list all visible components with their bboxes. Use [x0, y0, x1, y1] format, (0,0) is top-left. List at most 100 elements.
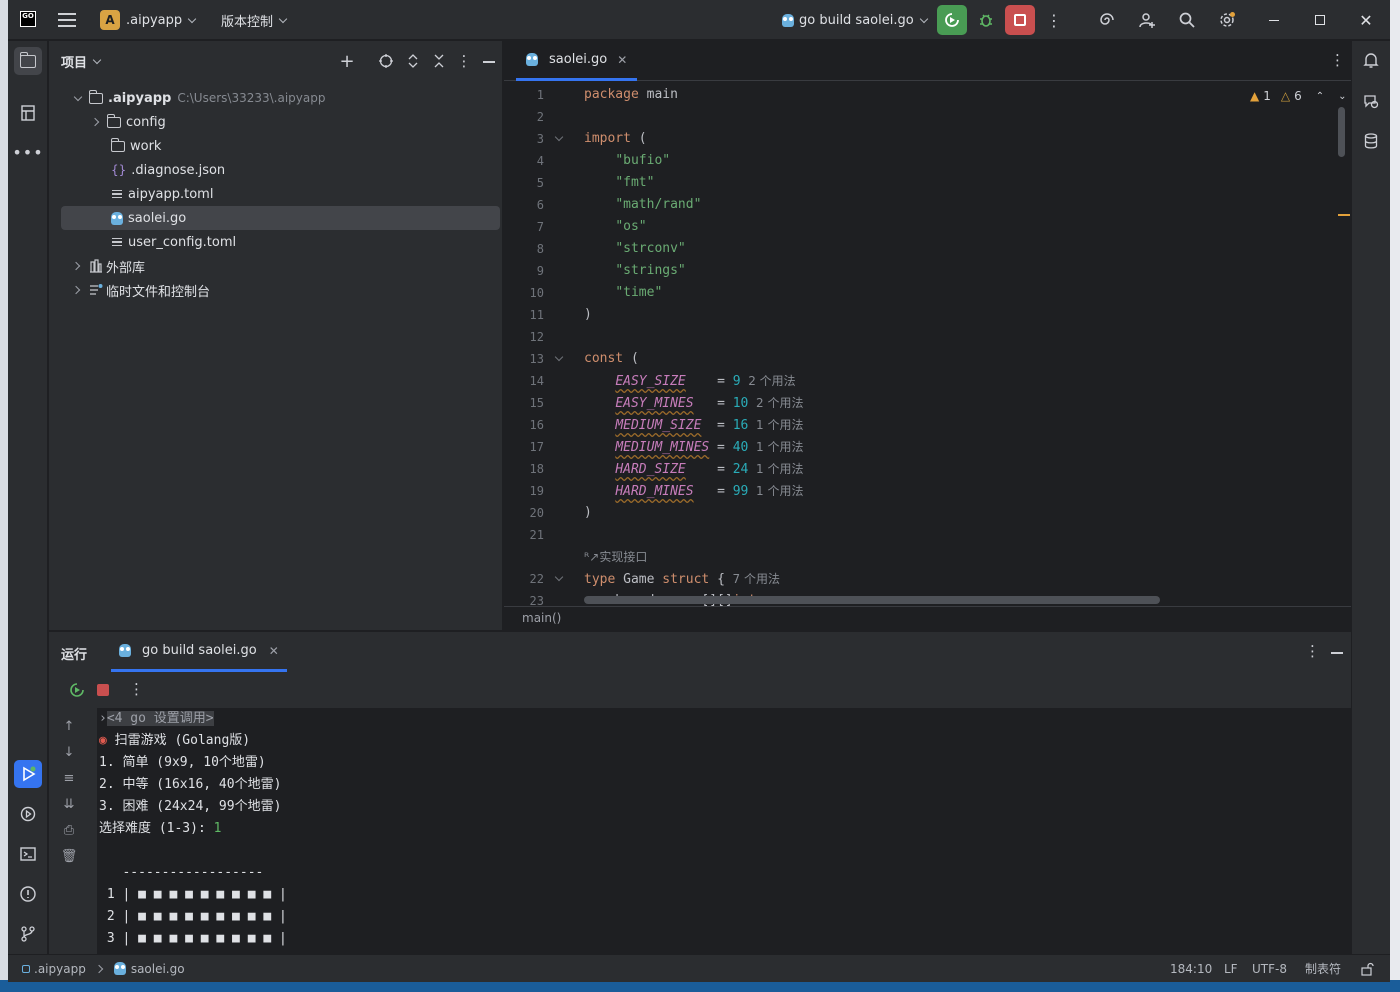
tree-item-root[interactable]: .aipyapp C:\Users\33233\.aipyapp: [49, 86, 503, 110]
print-icon[interactable]: ⎙: [55, 818, 83, 842]
library-icon: [90, 259, 102, 273]
horizontal-scrollbar[interactable]: [584, 596, 1160, 604]
close-tab-icon[interactable]: ✕: [617, 53, 627, 67]
chevron-right-icon: [71, 261, 81, 271]
add-file-icon[interactable]: +: [337, 51, 357, 72]
fold-marker-icon[interactable]: [554, 352, 564, 362]
rerun-button[interactable]: [937, 5, 967, 35]
more-actions-button[interactable]: ⋮: [1039, 5, 1069, 35]
more-vertical-icon[interactable]: ⋮: [1305, 642, 1320, 660]
more-vertical-icon[interactable]: ⋮: [1330, 51, 1345, 69]
close-window-button[interactable]: ✕: [1343, 0, 1389, 40]
rerun-icon[interactable]: [69, 682, 85, 698]
stop-button[interactable]: [1005, 5, 1035, 35]
clear-console-icon[interactable]: 🗑: [55, 844, 83, 868]
indent-setting[interactable]: 制表符: [1305, 960, 1341, 977]
soft-wrap-icon[interactable]: ≡: [55, 766, 83, 790]
scroll-down-icon[interactable]: ↓: [55, 740, 83, 764]
status-breadcrumb-file[interactable]: saolei.go: [131, 962, 185, 976]
run-panel-header: 运行 go build saolei.go ✕ ⋮: [49, 632, 1351, 672]
notifications-icon[interactable]: [1362, 51, 1380, 69]
tree-item-config[interactable]: config: [49, 110, 503, 134]
line-number: 4: [536, 154, 544, 168]
close-tab-icon[interactable]: ✕: [269, 644, 279, 658]
project-tool-button[interactable]: [14, 47, 42, 75]
console-line: 1 | ■ ■ ■ ■ ■ ■ ■ ■ ■ |: [99, 887, 287, 902]
run-config-selector[interactable]: go build saolei.go: [782, 0, 928, 40]
more-vertical-icon[interactable]: ⋮: [457, 51, 472, 71]
hide-panel-icon[interactable]: [1331, 652, 1343, 654]
run-tool-button[interactable]: [14, 760, 42, 788]
expand-all-icon[interactable]: [405, 53, 421, 69]
search-button[interactable]: [1172, 5, 1202, 35]
add-user-button[interactable]: [1132, 5, 1162, 35]
tree-item-user-config-toml[interactable]: user_config.toml: [49, 230, 503, 254]
next-problem-icon[interactable]: ⌄: [1338, 91, 1346, 102]
unlock-icon[interactable]: [1360, 962, 1374, 976]
settings-button[interactable]: [1212, 5, 1242, 35]
status-breadcrumb-project[interactable]: .aipyapp: [34, 962, 86, 976]
tree-item-scratches[interactable]: 临时文件和控制台: [49, 278, 503, 302]
collapse-all-icon[interactable]: [431, 53, 447, 69]
console-output[interactable]: ›<4 go 设置调用> ◉ 扫雷游戏 (Golang版) 1. 简单 (9x9…: [97, 708, 1351, 955]
database-icon[interactable]: [1362, 132, 1380, 150]
left-tool-strip: •••: [8, 41, 48, 954]
minimize-button[interactable]: [1251, 0, 1297, 40]
terminal-tool-button[interactable]: [14, 840, 42, 868]
git-tool-button[interactable]: [14, 920, 42, 948]
string-token: "strings": [615, 263, 686, 278]
console-line: 1. 简单 (9x9, 10个地雷): [99, 755, 266, 770]
fold-marker-icon[interactable]: [554, 572, 564, 582]
main-menu-icon[interactable]: [58, 13, 76, 27]
project-view-selector[interactable]: 项目: [61, 41, 102, 81]
run-tab[interactable]: go build saolei.go ✕: [111, 632, 287, 672]
more-vertical-icon[interactable]: ⋮: [129, 680, 144, 698]
go-file-icon: [111, 211, 123, 225]
caret-position[interactable]: 184:10: [1170, 962, 1212, 976]
chevron-right-icon: [90, 117, 100, 127]
constant-token: HARD_MINES: [615, 484, 694, 499]
maximize-button[interactable]: [1297, 0, 1343, 40]
tree-item-aipyapp-toml[interactable]: aipyapp.toml: [49, 182, 503, 206]
folder-icon: [20, 51, 36, 68]
editor-tab-saolei-go[interactable]: saolei.go ✕: [516, 41, 638, 81]
code-token: {: [709, 572, 725, 587]
tree-item-label: .aipyapp: [108, 90, 172, 106]
scroll-up-icon[interactable]: ↑: [55, 714, 83, 738]
constant-token: EASY_SIZE: [615, 374, 686, 389]
code-breadcrumb[interactable]: main(): [504, 606, 1351, 630]
rerun-icon: [945, 13, 959, 27]
project-panel: 项目 + ⋮ .aipyapp C:\Users\33233\.aipyapp …: [49, 41, 503, 630]
stop-icon[interactable]: [97, 684, 109, 696]
chevron-down-icon: [278, 14, 288, 23]
tree-item-saolei-go[interactable]: saolei.go: [49, 206, 503, 230]
editor-tab-label: saolei.go: [549, 52, 608, 67]
fold-marker-icon[interactable]: [554, 132, 564, 142]
code-token: ): [584, 307, 592, 322]
vcs-menu[interactable]: 版本控制: [221, 0, 288, 40]
debug-button[interactable]: [971, 5, 1001, 35]
hide-panel-icon[interactable]: [483, 61, 495, 63]
services-tool-button[interactable]: [14, 800, 42, 828]
vertical-scrollbar[interactable]: [1338, 107, 1345, 157]
inspection-widget[interactable]: ▲ 1 △ 6 ⌃ ⌄: [1250, 87, 1347, 105]
implements-hint[interactable]: ᴿ↗实现接口: [584, 546, 647, 568]
file-encoding[interactable]: UTF-8: [1252, 962, 1287, 976]
project-switcher[interactable]: A .aipyapp: [100, 0, 197, 40]
ai-chat-icon[interactable]: [1362, 92, 1380, 110]
problems-tool-button[interactable]: [14, 880, 42, 908]
tree-item-work[interactable]: work: [49, 134, 503, 158]
line-number: 10: [529, 286, 544, 300]
more-tools-button[interactable]: •••: [12, 138, 42, 166]
structure-tool-button[interactable]: [14, 99, 42, 127]
previous-problem-icon[interactable]: ⌃: [1316, 91, 1324, 102]
warning-stripe-marker: [1338, 214, 1350, 216]
ai-assistant-button[interactable]: [1092, 5, 1122, 35]
code-line: "math/rand": [584, 194, 701, 216]
tree-item-external-libs[interactable]: 外部库: [49, 254, 503, 278]
line-separator[interactable]: LF: [1224, 962, 1238, 976]
add-user-icon: [1139, 13, 1155, 28]
scroll-to-end-icon[interactable]: ⇊: [55, 792, 83, 816]
locate-file-icon[interactable]: [378, 53, 394, 69]
tree-item-diagnose-json[interactable]: {} .diagnose.json: [49, 158, 503, 182]
